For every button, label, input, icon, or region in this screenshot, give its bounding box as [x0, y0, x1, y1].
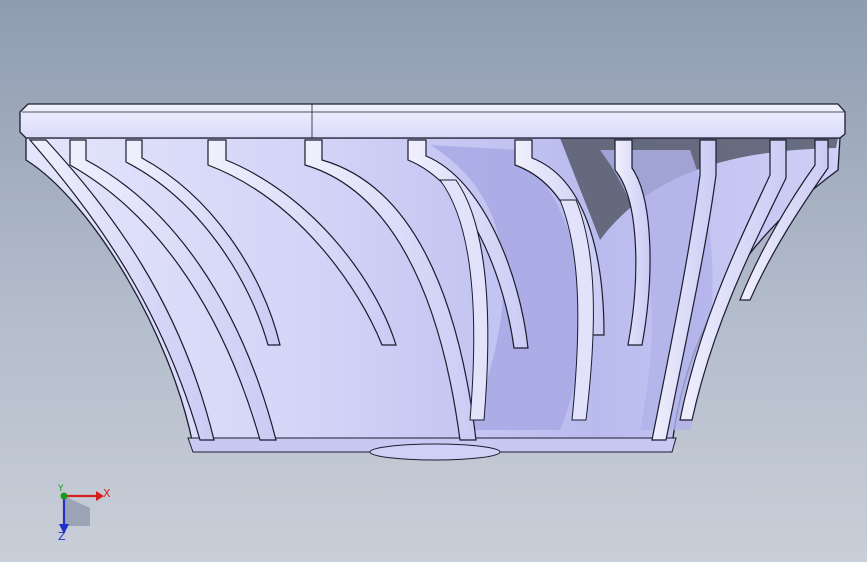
hub-nose	[369, 443, 501, 461]
x-axis-label: X	[103, 487, 111, 500]
top-rim	[19, 103, 846, 139]
graphics-viewport[interactable]: X Y Z	[0, 0, 867, 562]
z-axis-label: Z	[58, 530, 66, 543]
y-axis-label: Y	[58, 484, 64, 494]
axis-triad	[59, 491, 104, 534]
impeller-model[interactable]	[0, 0, 867, 562]
